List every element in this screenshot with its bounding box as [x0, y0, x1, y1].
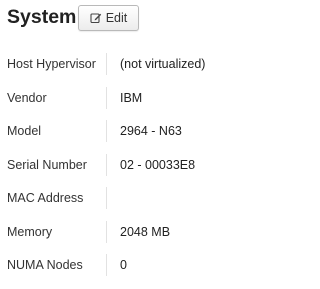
- property-row-serial-number: Serial Number 02 - 00033E8: [0, 148, 264, 182]
- property-row-numa-nodes: NUMA Nodes 0: [0, 248, 264, 282]
- property-label: Host Hypervisor: [7, 57, 96, 71]
- column-divider: [106, 153, 107, 176]
- system-header: System Edit: [0, 0, 264, 36]
- edit-button[interactable]: Edit: [78, 5, 139, 31]
- property-value: IBM: [120, 90, 143, 105]
- property-row-host-hypervisor: Host Hypervisor (not virtualized): [0, 47, 264, 81]
- properties-list: Host Hypervisor (not virtualized) Vendor…: [0, 47, 264, 282]
- property-value: 2048 MB: [120, 224, 171, 239]
- property-row-mac-address: MAC Address: [0, 181, 264, 215]
- column-divider: [106, 220, 107, 243]
- property-row-vendor: Vendor IBM: [0, 81, 264, 115]
- property-value: 0: [120, 258, 127, 272]
- column-divider: [106, 120, 107, 142]
- column-divider: [106, 254, 107, 276]
- property-row-model: Model 2964 - N63: [0, 114, 264, 148]
- property-value: 2964 - N63: [120, 124, 182, 138]
- property-label: Model: [7, 124, 42, 138]
- edit-icon: [90, 12, 102, 24]
- property-value: (not virtualized): [120, 57, 206, 71]
- property-label: Vendor: [7, 90, 47, 105]
- property-label: Serial Number: [7, 157, 87, 172]
- property-label: NUMA Nodes: [7, 258, 83, 272]
- property-label: Memory: [7, 224, 53, 239]
- column-divider: [106, 187, 107, 209]
- property-row-memory: Memory 2048 MB: [0, 215, 264, 249]
- property-value: 02 - 00033E8: [120, 157, 196, 172]
- column-divider: [106, 86, 107, 109]
- section-title: System: [7, 6, 77, 28]
- edit-button-label: Edit: [105, 11, 128, 25]
- property-label: MAC Address: [7, 191, 84, 205]
- column-divider: [106, 53, 107, 75]
